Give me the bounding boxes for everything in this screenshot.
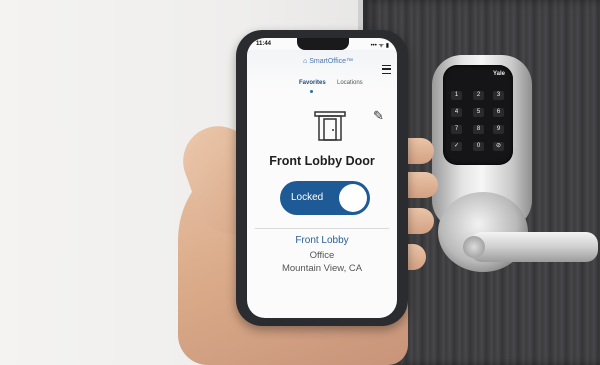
keypad-brand: Yale bbox=[492, 71, 505, 77]
door-name: Front Lobby Door bbox=[269, 154, 375, 168]
signal-wifi-battery-icon: ••• ᯤ ▮ bbox=[370, 43, 389, 49]
status-time: 11:44 bbox=[256, 41, 272, 47]
phone-notch bbox=[297, 38, 349, 50]
edit-pencil-icon[interactable]: ✎ bbox=[373, 108, 384, 124]
app-logo: ⌂ SmartOffice™ bbox=[303, 58, 353, 65]
keypad-key: 6 bbox=[493, 108, 504, 117]
door-lever-handle bbox=[470, 232, 598, 262]
building-icon: ⌂ bbox=[303, 58, 308, 65]
divider bbox=[255, 228, 389, 229]
tab-locations[interactable]: Locations bbox=[337, 80, 363, 86]
keypad-key: 8 bbox=[473, 125, 484, 134]
location-city: Mountain View, CA bbox=[281, 263, 363, 274]
keypad-key: 5 bbox=[473, 108, 484, 117]
keypad-key: 3 bbox=[493, 91, 504, 100]
door-icon bbox=[314, 111, 346, 141]
keypad-key: 4 bbox=[451, 108, 462, 117]
hamburger-menu-icon[interactable] bbox=[382, 65, 391, 74]
keypad-key: ✓ bbox=[451, 142, 462, 151]
lock-keypad: Yale 1 2 3 4 5 6 7 8 9 ✓ 0 ⊘ bbox=[443, 65, 513, 165]
phone-screen: 11:44 ••• ᯤ ▮ ⌂ SmartOffice™ Favorites L… bbox=[247, 38, 397, 318]
active-tab-indicator bbox=[310, 90, 313, 93]
keypad-key: 2 bbox=[473, 91, 484, 100]
keypad-key: 9 bbox=[493, 125, 504, 134]
keypad-key: ⊘ bbox=[493, 142, 504, 151]
location-name[interactable]: Front Lobby bbox=[247, 235, 397, 246]
lock-toggle[interactable]: Locked bbox=[280, 181, 370, 215]
keypad-key: 1 bbox=[451, 91, 462, 100]
toggle-knob[interactable] bbox=[339, 184, 367, 212]
product-scene: Yale 1 2 3 4 5 6 7 8 9 ✓ 0 ⊘ 11:44 ••• ᯤ… bbox=[0, 0, 600, 365]
lock-state-label: Locked bbox=[291, 192, 324, 203]
app-logo-text: SmartOffice™ bbox=[309, 58, 354, 65]
tab-favorites[interactable]: Favorites bbox=[299, 80, 326, 86]
key-cylinder bbox=[463, 236, 485, 258]
location-type: Office bbox=[309, 250, 335, 261]
keypad-key: 0 bbox=[473, 142, 484, 151]
keypad-key: 7 bbox=[451, 125, 462, 134]
